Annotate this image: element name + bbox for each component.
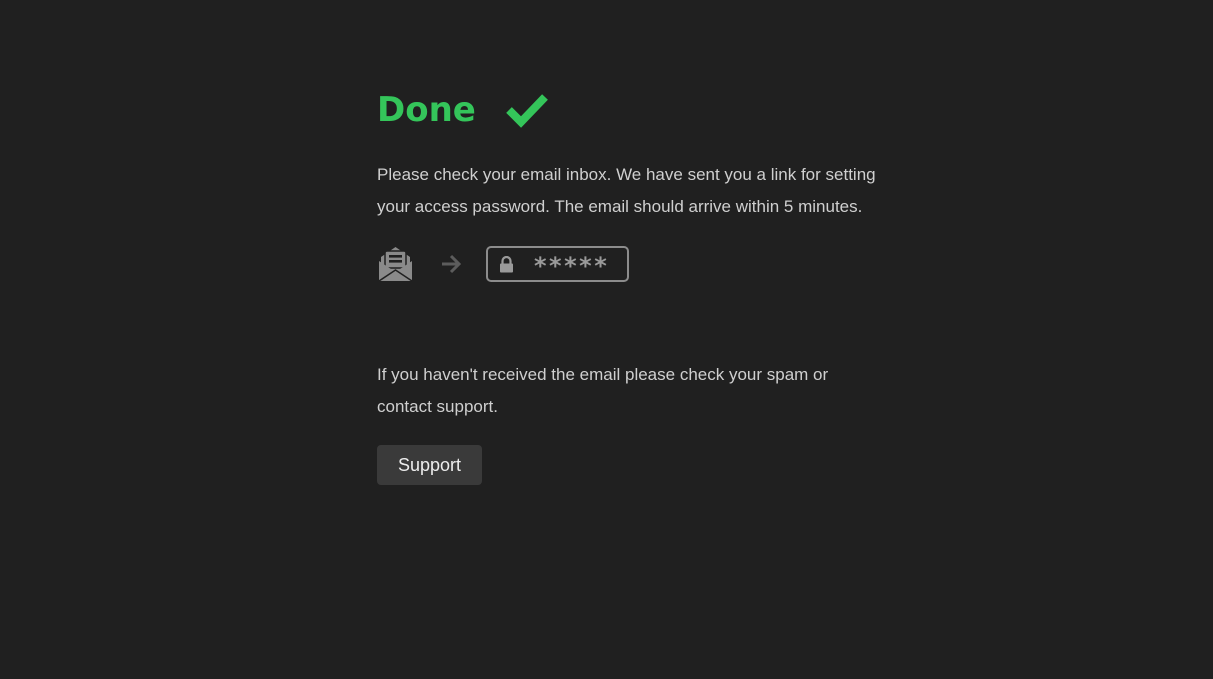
support-button[interactable]: Support [377,445,483,485]
open-email-icon [377,246,414,282]
instructions-text: Please check your email inbox. We have s… [377,165,876,216]
check-icon [506,92,548,128]
password-mask: ***** [534,252,610,280]
lock-icon [499,255,514,273]
title-row: Done [377,86,877,134]
arrow-right-icon [440,254,462,274]
page-title: Done [377,90,476,130]
confirmation-panel: Done Please check your email inbox. We h… [377,86,877,485]
spam-help-text: If you haven't received the email please… [377,365,829,416]
password-field-illustration: ***** [486,246,629,282]
email-to-password-illustration: ***** [377,244,877,284]
